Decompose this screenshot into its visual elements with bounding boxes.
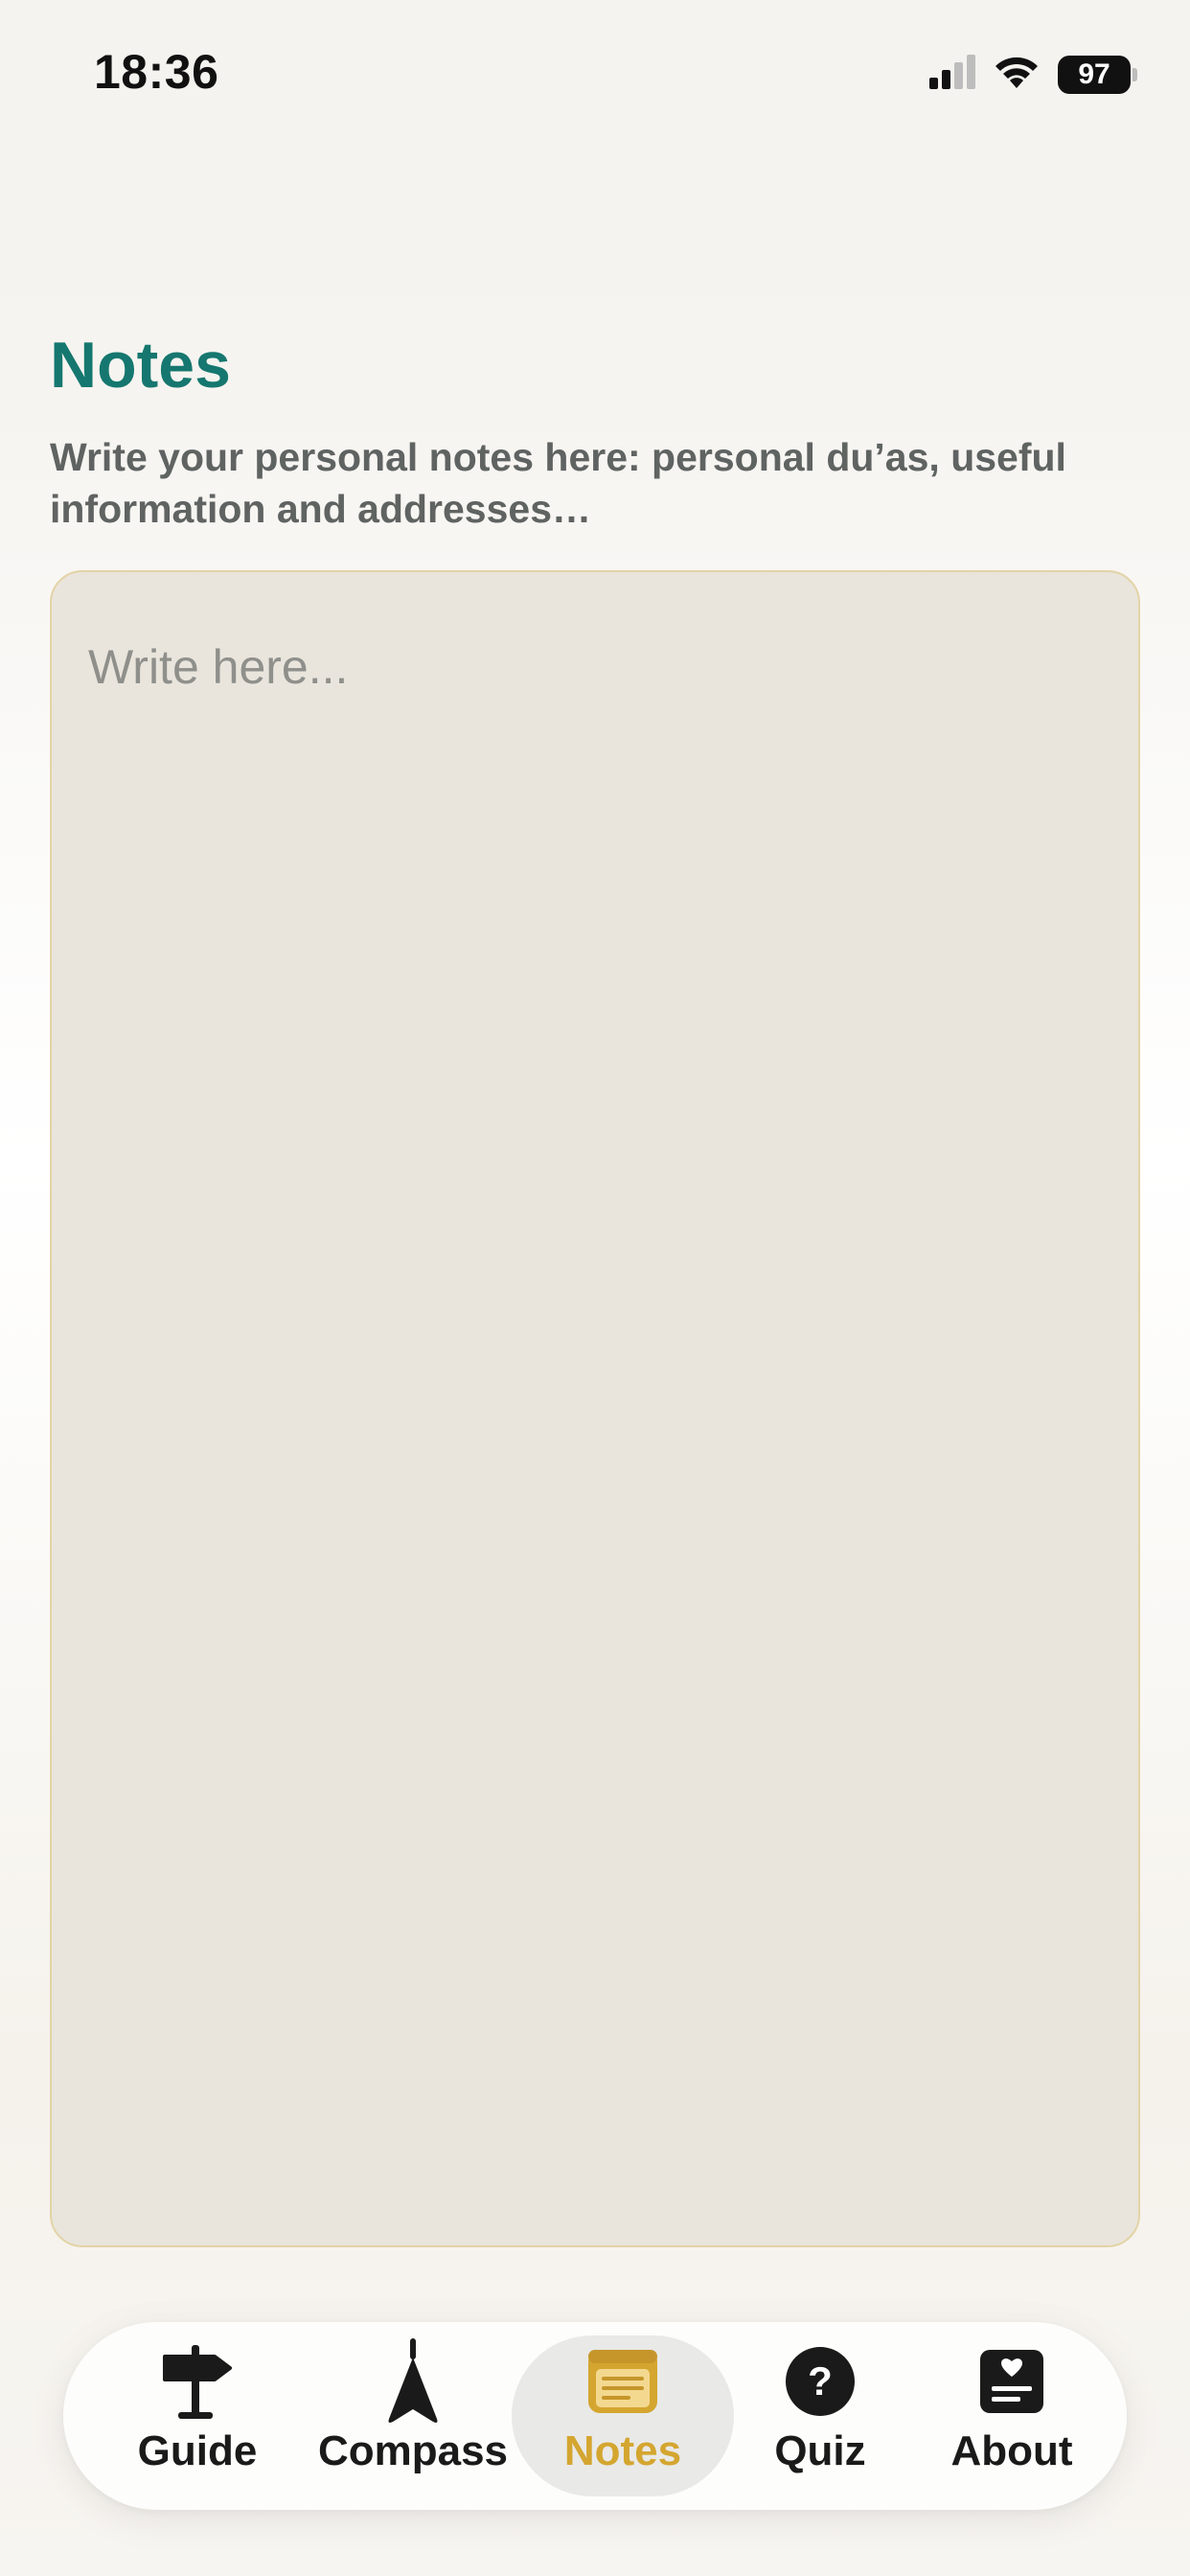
tab-about[interactable]: About xyxy=(916,2335,1108,2496)
tab-compass-label: Compass xyxy=(317,2427,509,2474)
tab-notes-label: Notes xyxy=(563,2427,682,2474)
compass-arrow-icon xyxy=(379,2338,446,2423)
status-bar: 18:36 97 xyxy=(0,0,1190,153)
page-title: Notes xyxy=(50,329,231,402)
about-heart-icon xyxy=(978,2341,1045,2422)
wifi-icon xyxy=(993,54,1041,95)
tab-guide[interactable]: Guide xyxy=(102,2335,293,2496)
notes-editor[interactable] xyxy=(50,570,1140,2247)
status-icons: 97 xyxy=(929,54,1137,95)
notes-icon xyxy=(586,2341,659,2422)
tab-quiz-label: Quiz xyxy=(774,2427,866,2474)
notes-textarea[interactable] xyxy=(88,639,1102,2178)
battery-level: 97 xyxy=(1078,58,1110,90)
tab-guide-label: Guide xyxy=(137,2427,258,2474)
status-time: 18:36 xyxy=(94,45,219,99)
signpost-icon xyxy=(159,2341,236,2422)
bottom-tab-bar: Guide Compass Notes ? Quiz About xyxy=(63,2322,1127,2510)
tab-compass[interactable]: Compass xyxy=(303,2335,523,2496)
tab-notes[interactable]: Notes xyxy=(512,2335,734,2496)
cellular-signal-icon xyxy=(929,55,975,94)
tab-quiz[interactable]: ? Quiz xyxy=(734,2335,906,2496)
question-icon: ? xyxy=(784,2341,857,2422)
battery-icon: 97 xyxy=(1058,55,1137,94)
svg-text:?: ? xyxy=(808,2358,833,2404)
page-subtitle: Write your personal notes here: personal… xyxy=(50,435,1066,531)
tab-about-label: About xyxy=(950,2427,1073,2474)
